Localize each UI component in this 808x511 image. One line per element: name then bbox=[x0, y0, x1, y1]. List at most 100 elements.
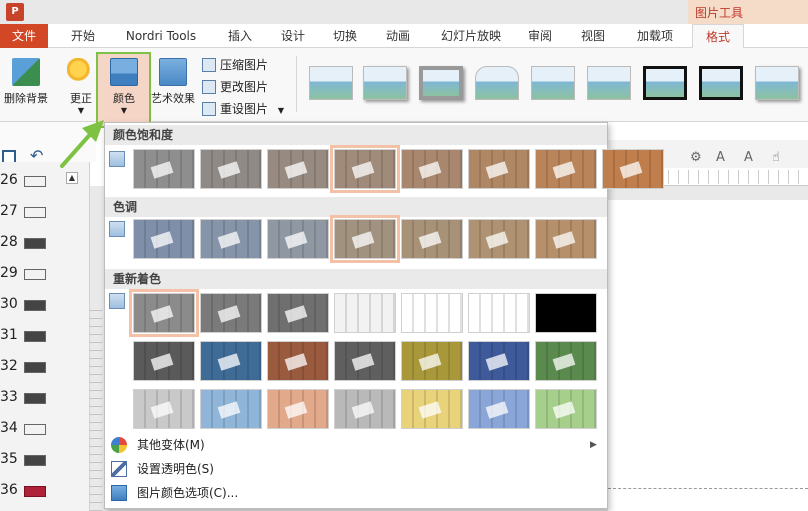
tone-swatch[interactable] bbox=[267, 219, 329, 259]
font-size-up-icon[interactable]: A bbox=[716, 150, 725, 165]
slide-thumb-30[interactable]: 30 bbox=[0, 292, 62, 323]
compress-label: 压缩图片 bbox=[220, 58, 269, 72]
pen-icon bbox=[111, 461, 127, 477]
saturation-header: 颜色饱和度 bbox=[105, 125, 607, 145]
recolor-swatch[interactable] bbox=[267, 389, 329, 429]
picture-color-options-item[interactable]: 图片颜色选项(C)... bbox=[105, 481, 607, 505]
placeholder-border bbox=[608, 488, 808, 489]
picture-style-7[interactable] bbox=[643, 66, 687, 100]
tone-swatch[interactable] bbox=[401, 219, 463, 259]
artistic-effects-button[interactable]: 艺术效果 bbox=[148, 58, 198, 106]
picture-style-1[interactable] bbox=[309, 66, 353, 100]
compress-pictures-button[interactable]: 压缩图片 bbox=[202, 56, 268, 74]
slide-thumb-26[interactable]: 26 bbox=[0, 168, 62, 199]
recolor-swatch[interactable] bbox=[334, 293, 396, 333]
recolor-swatch[interactable] bbox=[267, 341, 329, 381]
tab-design[interactable]: 设计 bbox=[270, 24, 316, 48]
color-wheel-icon bbox=[111, 437, 127, 453]
picture-styles-gallery bbox=[296, 56, 808, 112]
recolor-swatch[interactable] bbox=[200, 341, 262, 381]
saturation-swatch[interactable] bbox=[267, 149, 329, 189]
font-size-down-icon[interactable]: A bbox=[744, 150, 753, 165]
tone-swatch[interactable] bbox=[468, 219, 530, 259]
recolor-swatch[interactable] bbox=[401, 341, 463, 381]
recolor-swatch[interactable] bbox=[468, 293, 530, 333]
change-picture-icon bbox=[202, 80, 216, 94]
saturation-icon bbox=[109, 151, 125, 167]
slide-number: 31 bbox=[0, 327, 18, 343]
tab-home[interactable]: 开始 bbox=[60, 24, 106, 48]
recolor-swatch[interactable] bbox=[468, 389, 530, 429]
recolor-swatch[interactable] bbox=[129, 289, 199, 337]
change-picture-label: 更改图片 bbox=[220, 80, 269, 94]
picture-style-2[interactable] bbox=[363, 66, 407, 100]
recolor-swatch[interactable] bbox=[535, 389, 597, 429]
saturation-swatch[interactable] bbox=[468, 149, 530, 189]
scroll-up-arrow[interactable]: ▲ bbox=[66, 172, 78, 184]
slide-thumb-36[interactable]: 36 bbox=[0, 478, 62, 509]
saturation-swatch[interactable] bbox=[602, 149, 664, 189]
chevron-down-icon: ▼ bbox=[277, 106, 284, 115]
slide-canvas[interactable] bbox=[608, 200, 808, 511]
tab-transitions[interactable]: 切换 bbox=[322, 24, 368, 48]
slide-thumb-34[interactable]: 34 bbox=[0, 416, 62, 447]
saturation-swatch[interactable] bbox=[535, 149, 597, 189]
recolor-swatch[interactable] bbox=[200, 293, 262, 333]
tab-file[interactable]: 文件 bbox=[0, 24, 48, 48]
picture-style-6[interactable] bbox=[587, 66, 631, 100]
tab-addins[interactable]: 加载项 bbox=[626, 24, 684, 48]
slide-thumb-27[interactable]: 27 bbox=[0, 199, 62, 230]
recolor-swatch[interactable] bbox=[267, 293, 329, 333]
slide-thumb-32[interactable]: 32 bbox=[0, 354, 62, 385]
saturation-swatch[interactable] bbox=[401, 149, 463, 189]
recolor-swatch[interactable] bbox=[334, 341, 396, 381]
tab-nordri-tools[interactable]: Nordri Tools bbox=[114, 24, 208, 48]
change-picture-button[interactable]: 更改图片 bbox=[202, 78, 268, 96]
recolor-swatch[interactable] bbox=[401, 293, 463, 333]
settings-icon[interactable]: ⚙ bbox=[690, 150, 702, 165]
saturation-swatch[interactable] bbox=[133, 149, 195, 189]
recolor-swatch[interactable] bbox=[535, 341, 597, 381]
recolor-swatch[interactable] bbox=[200, 389, 262, 429]
picture-style-5[interactable] bbox=[531, 66, 575, 100]
set-transparent-color-item[interactable]: 设置透明色(S) bbox=[105, 457, 607, 481]
more-variations-item[interactable]: 其他变体(M) bbox=[105, 433, 607, 457]
tab-slideshow[interactable]: 幻灯片放映 bbox=[432, 24, 510, 48]
tone-swatch[interactable] bbox=[133, 219, 195, 259]
powerpoint-icon: P bbox=[6, 3, 24, 21]
recolor-swatch[interactable] bbox=[468, 341, 530, 381]
slide-number: 30 bbox=[0, 296, 18, 312]
tab-animations[interactable]: 动画 bbox=[374, 24, 422, 48]
slide-thumb-29[interactable]: 29 bbox=[0, 261, 62, 292]
tone-swatch[interactable] bbox=[330, 215, 400, 263]
tone-swatch[interactable] bbox=[200, 219, 262, 259]
saturation-swatch[interactable] bbox=[330, 145, 400, 193]
slide-thumb-31[interactable]: 31 bbox=[0, 323, 62, 354]
tab-review[interactable]: 审阅 bbox=[516, 24, 564, 48]
recolor-swatch[interactable] bbox=[133, 389, 195, 429]
recolor-swatch[interactable] bbox=[535, 293, 597, 333]
slide-preview bbox=[24, 393, 46, 404]
picture-style-3[interactable] bbox=[419, 66, 463, 100]
slide-preview bbox=[24, 300, 46, 311]
recolor-swatch[interactable] bbox=[133, 341, 195, 381]
reset-picture-button[interactable]: 重设图片 ▼ bbox=[202, 100, 284, 118]
vertical-ruler bbox=[90, 310, 102, 511]
recolor-swatch[interactable] bbox=[401, 389, 463, 429]
slide-thumb-28[interactable]: 28 bbox=[0, 230, 62, 261]
corrections-button[interactable]: 更正 ▼ bbox=[64, 58, 98, 115]
hand-icon[interactable]: ☝ bbox=[772, 150, 780, 165]
remove-background-button[interactable]: 删除背景 bbox=[0, 58, 52, 106]
slide-thumb-35[interactable]: 35 bbox=[0, 447, 62, 478]
tab-view[interactable]: 视图 bbox=[570, 24, 616, 48]
slide-thumb-33[interactable]: 33 bbox=[0, 385, 62, 416]
picture-style-4[interactable] bbox=[475, 66, 519, 100]
picture-style-9[interactable] bbox=[755, 66, 799, 100]
tab-format[interactable]: 格式 bbox=[692, 24, 744, 48]
saturation-swatch[interactable] bbox=[200, 149, 262, 189]
tab-insert[interactable]: 插入 bbox=[216, 24, 264, 48]
tone-swatch[interactable] bbox=[535, 219, 597, 259]
recolor-swatch[interactable] bbox=[334, 389, 396, 429]
color-button[interactable]: 颜色 ▼ bbox=[104, 58, 144, 115]
picture-style-8[interactable] bbox=[699, 66, 743, 100]
